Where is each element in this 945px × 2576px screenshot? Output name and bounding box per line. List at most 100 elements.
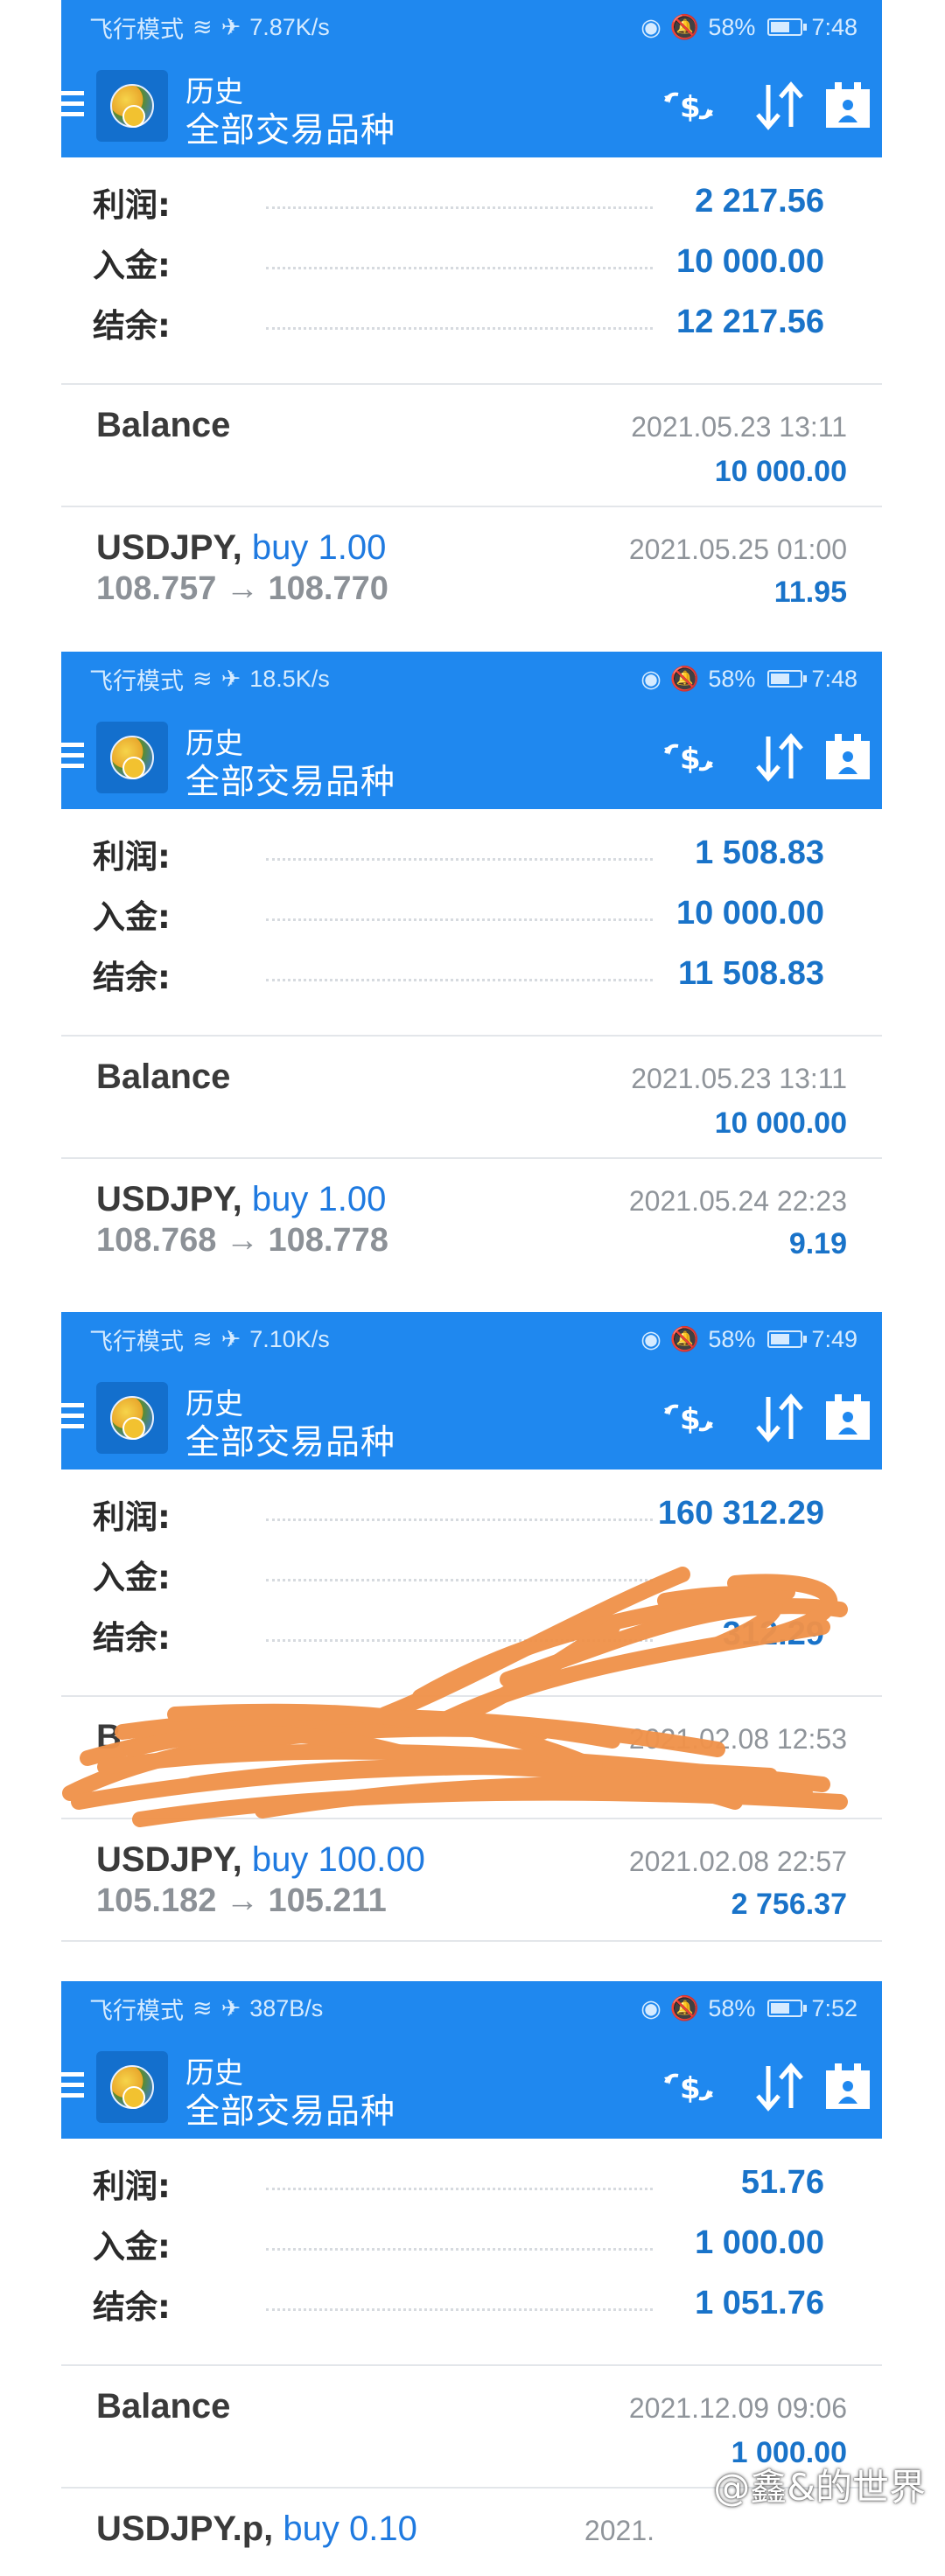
currency-exchange-icon[interactable]: $ [660,2058,718,2116]
balance-value: 11 508.83 [678,955,824,992]
balance-row: 结余: 1 051.76 [93,2273,854,2334]
profit-label: 利润: [93,837,171,876]
trade-symbol: USDJPY, [96,1180,242,1218]
summary-block: 利润: 51.76 入金: 1 000.00 结余: 1 051.76 [61,2139,882,2366]
svg-text:$: $ [680,742,701,777]
calendar-icon[interactable] [819,1389,877,1447]
profit-row: 利润: 51.76 [93,2153,854,2213]
trade-entry[interactable]: USDJPY, buy 100.00 2021.02.08 22:57 105.… [61,1819,882,1942]
sort-icon[interactable] [751,2058,808,2116]
trade-action: buy 0.10 [283,2510,417,2548]
summary-block: 利润: 2 217.56 入金: 10 000.00 结余: 12 217.56 [61,157,882,385]
trade-action: buy 1.00 [251,1180,387,1218]
profit-value: 51.76 [740,2164,824,2201]
status-bar: 飞行模式 ≋ ✈ 7.10K/s ◉ 🔕 58% 7:49 [61,1312,882,1366]
deposit-label: 入金: [93,897,171,936]
trade-date: 2021.05.24 22:23 [628,1185,847,1217]
metatrader-logo-icon [96,722,168,793]
trade-date: 2021.02.08 22:57 [628,1846,847,1877]
entry-amount: 10 000.00 [714,455,847,488]
svg-text:$: $ [680,2071,701,2106]
entry-date: 2021.05.23 13:11 [631,411,847,443]
app-toolbar: 历史 全部交易品种 $ [61,2035,882,2139]
app-toolbar: 历史 全部交易品种 $ [61,1366,882,1470]
trade-symbol-line: USDJPY.p, buy 0.10 [96,2510,417,2549]
trade-symbol: USDJPY, [96,1840,242,1879]
battery-icon [767,18,808,36]
svg-text:$: $ [680,90,701,125]
airplane-mode-text: 飞行模式 [89,16,184,43]
eye-icon: ◉ [640,1325,662,1352]
calendar-icon[interactable] [819,729,877,786]
menu-icon[interactable] [61,1403,84,1429]
menu-icon[interactable] [61,91,84,117]
clock: 7:49 [811,1325,858,1352]
battery-icon [767,1330,808,1348]
battery-percent: 58% [708,665,756,692]
net-speed: 387B/s [249,1994,324,2021]
battery-icon [767,670,808,688]
trade-prices: 105.182 → 105.211 [96,1882,387,1919]
currency-exchange-icon[interactable]: $ [660,1389,718,1447]
entry-title: Balance [96,406,231,444]
sort-icon[interactable] [751,77,808,135]
wifi-icon: ≋ [192,1325,213,1352]
trade-symbol-line: USDJPY, buy 1.00 [96,1180,386,1219]
symbol-filter[interactable]: 全部交易品种 [186,2084,396,2133]
trade-entry[interactable]: USDJPY, buy 1.00 2021.05.24 22:23 108.76… [61,1159,882,1268]
battery-icon [767,2000,808,2017]
deposit-value: 10 000.00 [676,243,824,280]
trade-date: 2021.05.25 01:00 [628,534,847,565]
menu-icon[interactable] [61,743,84,769]
profit-label: 利润: [93,185,171,224]
deposit-row: 入金: 1 000.00 [93,2213,854,2273]
balance-label: 结余: [93,958,171,996]
net-speed: 7.10K/s [249,1325,330,1352]
trade-action: buy 1.00 [251,528,387,567]
balance-value: 12 217.56 [676,304,824,340]
symbol-filter[interactable]: 全部交易品种 [186,1415,396,1464]
mute-icon: 🔕 [669,1995,700,2021]
trade-entry[interactable]: USDJPY, buy 1.00 2021.05.25 01:00 108.75… [61,507,882,615]
calendar-icon[interactable] [819,2058,877,2116]
trade-symbol: USDJPY, [96,528,242,567]
app-toolbar: 历史 全部交易品种 $ [61,706,882,809]
net-speed: 18.5K/s [249,665,330,692]
symbol-filter[interactable]: 全部交易品种 [186,755,396,804]
currency-exchange-icon[interactable]: $ [660,77,718,135]
sort-icon[interactable] [751,1389,808,1447]
trade-symbol: USDJPY.p, [96,2510,274,2548]
profit-row: 利润: 1 508.83 [93,823,854,883]
entry-date: 2021.02.08 12:53 [628,1723,847,1755]
balance-entry[interactable]: B 2021.02.08 12:53 [61,1697,882,1819]
symbol-filter[interactable]: 全部交易品种 [186,103,396,152]
currency-exchange-icon[interactable]: $ [660,729,718,786]
status-bar: 飞行模式 ≋ ✈ 7.87K/s ◉ 🔕 58% 7:48 [61,0,882,54]
profit-value: 1 508.83 [695,834,824,871]
trade-profit: 11.95 [774,576,847,609]
airplane-icon: ✈ [220,1994,242,2021]
balance-entry[interactable]: Balance 2021.05.23 13:11 10 000.00 [61,385,882,507]
deposit-row: 入金: [93,1544,854,1604]
history-screen-3: 飞行模式 ≋ ✈ 7.10K/s ◉ 🔕 58% 7:49 历史 全部交易品种 … [61,1312,882,1942]
profit-row: 利润: 2 217.56 [93,171,854,232]
balance-label: 结余: [93,2287,171,2326]
calendar-icon[interactable] [819,77,877,135]
trade-symbol-line: USDJPY, buy 100.00 [96,1840,425,1880]
battery-percent: 58% [708,1994,756,2021]
clock: 7:52 [811,1994,858,2021]
history-screen-2: 飞行模式 ≋ ✈ 18.5K/s ◉ 🔕 58% 7:48 历史 全部交易品种 … [61,652,882,1268]
summary-block: 利润: 160 312.29 入金: 结余: 312.29 [61,1470,882,1697]
menu-icon[interactable] [61,2072,84,2098]
trade-symbol-line: USDJPY, buy 1.00 [96,528,386,568]
balance-entry[interactable]: Balance 2021.05.23 13:11 10 000.00 [61,1037,882,1159]
profit-value: 160 312.29 [657,1495,824,1532]
app-toolbar: 历史 全部交易品种 $ [61,54,882,157]
balance-label: 结余: [93,306,171,345]
entry-title: B [96,1718,122,1756]
profit-value: 2 217.56 [695,183,824,220]
entry-title: Balance [96,1058,231,1096]
sort-icon[interactable] [751,729,808,786]
battery-percent: 58% [708,13,756,40]
deposit-value: 1 000.00 [695,2224,824,2261]
